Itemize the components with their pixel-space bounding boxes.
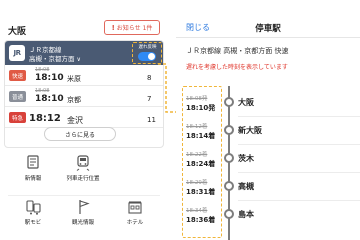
menu-new-info[interactable]: 新情報 <box>8 152 58 192</box>
actual-time: 18:24着 <box>186 160 216 168</box>
track-number: 11 <box>147 116 156 124</box>
direction-selector[interactable]: 高槻・京都方面 ∨ <box>29 53 81 63</box>
direction-label: 高槻・京都方面 <box>29 55 75 63</box>
row-divider <box>238 172 360 173</box>
departure-time: 18:10 <box>35 73 64 83</box>
station-name[interactable]: 高槻 <box>238 181 254 192</box>
menu-station-mobi[interactable]: 駅モビ <box>8 196 58 236</box>
train-type-badge: 普通 <box>9 91 26 102</box>
stop-time: 18:08発 18:10発 <box>186 94 222 113</box>
row-divider <box>238 200 360 201</box>
menu-label: 列車走行位置 <box>66 176 100 182</box>
delay-reflect-toggle[interactable] <box>138 52 156 61</box>
notice-button[interactable]: ! お知らせ 1件 <box>104 20 160 35</box>
station-name[interactable]: 島本 <box>238 209 254 220</box>
see-more-button[interactable]: さらに見る <box>44 127 116 141</box>
stop-time: 18:34着 18:36着 <box>186 206 222 225</box>
menu-label: 駅モビ <box>24 220 42 226</box>
station-dot <box>224 153 234 163</box>
scheduled-time: 18:29着 <box>186 180 208 186</box>
line-direction-label: ＪＲ京都線 高槻・京都方面 快速 <box>186 47 289 55</box>
train-type-badge: 特急 <box>9 112 26 123</box>
stop-time: 18:12着 18:14着 <box>186 122 222 141</box>
track-number: 7 <box>147 95 152 103</box>
scheduled-time: 18:08発 <box>186 96 208 102</box>
newspaper-icon <box>27 155 39 169</box>
line-band[interactable]: JR ＪＲ京都線 高槻・京都方面 ∨ 遅れ反映 <box>5 41 163 65</box>
row-divider <box>238 116 360 117</box>
actual-time: 18:10発 <box>186 104 216 112</box>
chevron-down-icon: ∨ <box>76 56 81 63</box>
station-name[interactable]: 新大阪 <box>238 125 262 136</box>
station-name[interactable]: 茨木 <box>238 153 254 164</box>
train-position-icon <box>76 155 90 171</box>
departure-time: 18:10 <box>35 94 64 104</box>
menu-label: 新情報 <box>24 176 42 182</box>
exclamation-icon: ! <box>111 23 115 32</box>
delay-reflect-label: 遅れ反映 <box>138 45 157 50</box>
destination: 京都 <box>67 96 81 104</box>
station-name: 大阪 <box>8 27 27 37</box>
delay-notice: 遅れを考慮した時刻を表示しています <box>186 64 288 71</box>
row-divider <box>238 144 360 145</box>
actual-time: 18:31着 <box>186 188 216 196</box>
notice-label: お知らせ 1件 <box>116 25 153 32</box>
delay-reflect-highlight: 遅れ反映 <box>132 42 162 64</box>
station-name[interactable]: 大阪 <box>238 97 254 108</box>
menu-label: ホテル <box>126 220 144 226</box>
station-dot <box>224 181 234 191</box>
toggle-knob <box>148 53 155 60</box>
station-dot <box>224 125 234 135</box>
screen-title: 停車駅 <box>255 24 281 34</box>
menu-hotel[interactable]: ホテル <box>110 196 160 236</box>
station-dot <box>224 209 234 219</box>
destination: 米原 <box>67 75 81 83</box>
nav-header: 閉じる 停車駅 <box>176 0 360 38</box>
menu-label: 観光情報 <box>71 220 94 226</box>
menu-train-position[interactable]: 列車走行位置 <box>58 152 108 192</box>
actual-time: 18:14着 <box>186 132 216 140</box>
station-mobile-icon <box>26 200 41 215</box>
destination: 金沢 <box>67 116 83 125</box>
hotel-icon <box>128 201 142 214</box>
departure-time: 18:12 <box>29 113 61 124</box>
actual-time: 18:36着 <box>186 216 216 224</box>
stop-time: 18:22着 18:24着 <box>186 150 222 169</box>
jr-logo-icon: JR <box>9 45 25 61</box>
flag-icon <box>79 200 90 214</box>
scheduled-time: 18:22着 <box>186 152 208 158</box>
stop-time: 18:29着 18:31着 <box>186 178 222 197</box>
station-dot <box>224 97 234 107</box>
menu-tourism-info[interactable]: 観光情報 <box>58 196 108 236</box>
train-type-badge: 快速 <box>9 70 26 81</box>
scheduled-time: 18:12着 <box>186 124 208 130</box>
departure-row[interactable]: 特急 18:12 金沢 11 <box>5 107 163 128</box>
departure-row[interactable]: 快速 18:08 18:10 米原 8 <box>5 65 163 86</box>
departure-row[interactable]: 普通 18:08 18:10 京都 7 <box>5 86 163 107</box>
station-header: 大阪 ! お知らせ 1件 <box>0 0 168 40</box>
stopping-stations-screen: 閉じる 停車駅 ＪＲ京都線 高槻・京都方面 快速 遅れを考慮した時刻を表示してい… <box>176 0 360 240</box>
scheduled-time: 18:34着 <box>186 208 208 214</box>
station-timetable-screen: 大阪 ! お知らせ 1件 JR ＪＲ京都線 高槻・京都方面 ∨ 遅れ反映 快速 1… <box>0 0 168 240</box>
track-number: 8 <box>147 74 152 82</box>
